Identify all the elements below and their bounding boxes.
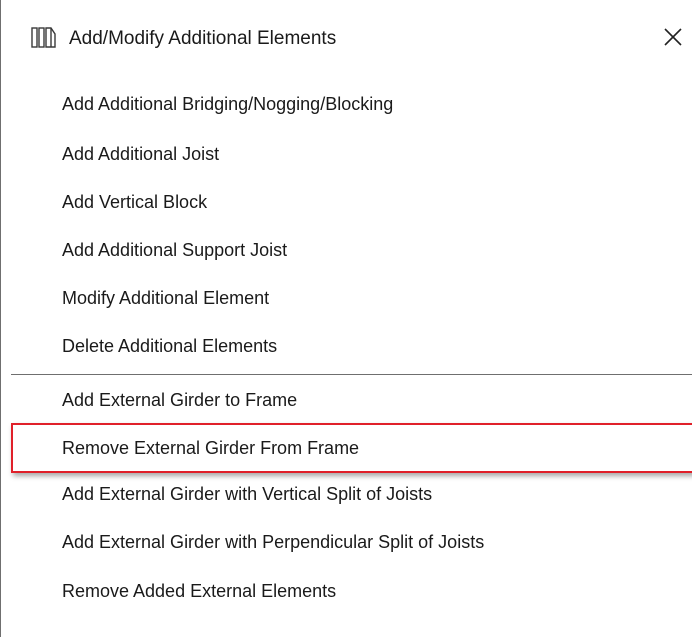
menu-divider xyxy=(11,374,692,375)
menu-item-label: Add External Girder to Frame xyxy=(62,390,298,410)
dialog-title: Add/Modify Additional Elements xyxy=(69,28,337,49)
menu-item-label: Delete Additional Elements xyxy=(62,336,278,356)
menu-item-modify-element[interactable]: Modify Additional Element xyxy=(1,275,692,321)
close-button[interactable] xyxy=(656,20,690,54)
menu-item-label: Add Additional Bridging/Nogging/Blocking xyxy=(62,94,394,114)
menu-item-label: Add External Girder with Vertical Split … xyxy=(62,484,433,504)
menu-item-add-vertical-block[interactable]: Add Vertical Block xyxy=(1,179,692,225)
frame-elements-icon xyxy=(31,26,57,48)
menu-item-add-support-joist[interactable]: Add Additional Support Joist xyxy=(1,227,692,273)
menu-item-delete-elements[interactable]: Delete Additional Elements xyxy=(1,323,692,369)
menu-item-label: Modify Additional Element xyxy=(62,288,270,308)
menu-item-label: Remove External Girder From Frame xyxy=(62,438,360,458)
menu-item-label: Remove Added External Elements xyxy=(62,581,337,601)
menu-item-add-bridging[interactable]: Add Additional Bridging/Nogging/Blocking xyxy=(1,81,692,127)
menu-item-add-external-girder[interactable]: Add External Girder to Frame xyxy=(1,377,692,423)
menu-item-label: Add External Girder with Perpendicular S… xyxy=(62,532,485,552)
menu-item-label: Add Additional Support Joist xyxy=(62,240,288,260)
menu-item-remove-added-external[interactable]: Remove Added External Elements xyxy=(1,581,692,637)
title-bar: Add/Modify Additional Elements xyxy=(1,0,692,76)
menu-item-label: Add Vertical Block xyxy=(62,192,208,212)
add-modify-elements-panel: Add/Modify Additional Elements Add Addit… xyxy=(0,0,692,637)
menu-item-label: Add Additional Joist xyxy=(62,144,220,164)
menu-item-add-joist[interactable]: Add Additional Joist xyxy=(1,131,692,177)
menu-item-remove-external-girder[interactable]: Remove External Girder From Frame xyxy=(1,425,692,471)
close-icon xyxy=(664,28,682,46)
